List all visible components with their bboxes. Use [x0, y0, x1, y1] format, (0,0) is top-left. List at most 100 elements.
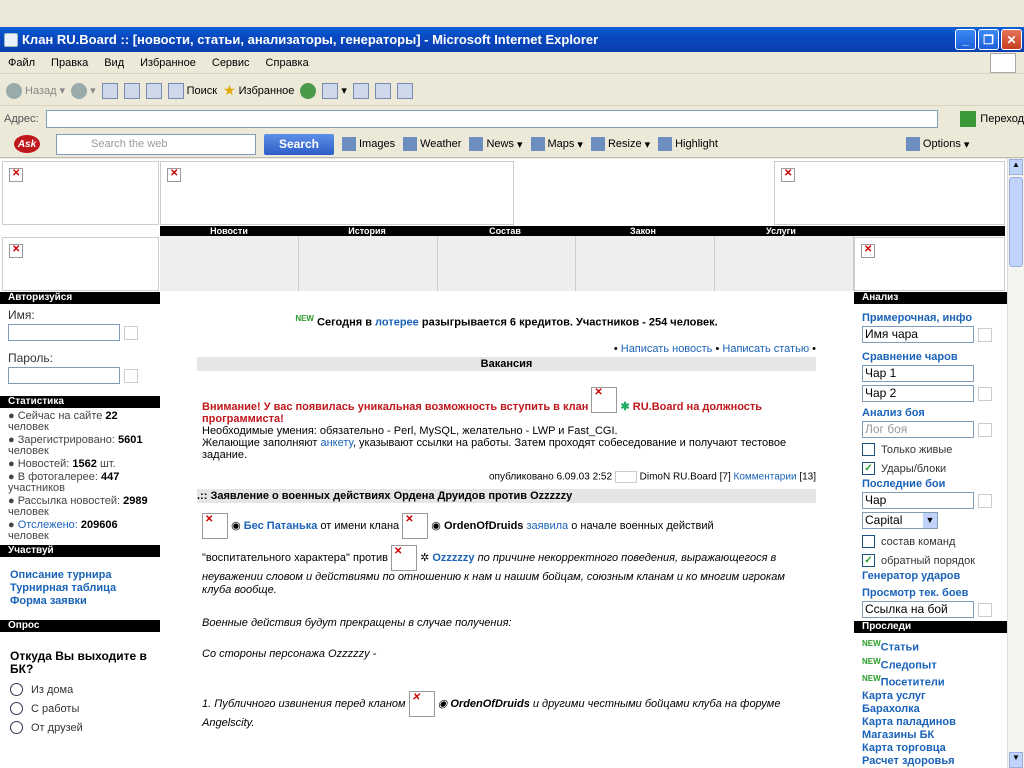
ozz-link[interactable]: Ozzzzzy — [432, 552, 474, 564]
flea-market-link[interactable]: Барахолка — [854, 703, 1007, 716]
hit-generator-link[interactable]: Генератор ударов — [854, 570, 1007, 583]
resize-button[interactable]: Resize ▾ — [590, 137, 650, 151]
edit-button[interactable] — [374, 82, 391, 99]
print-button[interactable] — [352, 82, 369, 99]
last-battles-submit[interactable] — [978, 493, 992, 508]
scroll-up-arrow[interactable]: ▲ — [1009, 159, 1023, 175]
highlight-button[interactable]: Highlight — [658, 137, 718, 151]
messenger-button[interactable] — [396, 82, 413, 99]
ask-search-input[interactable]: Search the web — [56, 133, 256, 155]
menu-help[interactable]: Справка — [258, 57, 317, 69]
name-input[interactable] — [8, 324, 120, 341]
maps-button[interactable]: Maps ▾ — [530, 137, 583, 151]
minimize-button[interactable]: _ — [955, 29, 976, 50]
articles-link[interactable]: NEWСтатьи — [854, 637, 1007, 655]
poll-option-work[interactable]: С работы — [0, 699, 160, 718]
application-form-link[interactable]: Форма заявки — [0, 595, 160, 608]
write-news-link[interactable]: Написать новость — [621, 343, 713, 355]
menu-view[interactable]: Вид — [96, 57, 132, 69]
stat-photos: ● В фотогалерее: 447 участников — [8, 471, 120, 494]
battle-link-submit[interactable] — [978, 602, 992, 617]
battle-log-submit[interactable] — [978, 422, 992, 437]
maximize-button[interactable]: ❐ — [978, 29, 999, 50]
battle-log-input[interactable]: Лог боя — [862, 421, 974, 438]
team-comp-checkbox[interactable]: состав команд — [854, 534, 1007, 549]
char-input[interactable]: Чар — [862, 492, 974, 509]
nav-services[interactable]: Услуги — [712, 226, 850, 236]
address-input[interactable] — [45, 110, 939, 128]
compare-chars-link[interactable]: Сравнение чаров — [854, 351, 1007, 364]
home-button[interactable] — [145, 82, 162, 99]
forward-button[interactable]: ▾ — [71, 82, 96, 99]
menu-file[interactable]: Файл — [0, 57, 43, 69]
nav-news[interactable]: Новости — [160, 226, 298, 236]
refresh-button[interactable] — [123, 82, 140, 99]
ask-logo[interactable]: Ask — [14, 135, 40, 153]
reverse-order-checkbox[interactable]: ✓ обратный порядок — [854, 553, 1007, 568]
password-submit[interactable] — [124, 368, 138, 383]
battle-analysis-link[interactable]: Анализ боя — [854, 407, 1007, 420]
search-button[interactable]: Поиск — [167, 82, 217, 99]
war-header: .:: Заявление о военных действиях Ордена… — [197, 489, 816, 504]
news-icon — [469, 137, 484, 151]
history-button[interactable] — [300, 82, 317, 99]
char-name-input[interactable]: Имя чара — [862, 326, 974, 343]
view-battles-link[interactable]: Просмотр тек. боев — [854, 587, 1007, 600]
comments-link[interactable]: Комментарии — [734, 471, 797, 482]
options-button[interactable]: Options ▾ — [905, 137, 969, 151]
gear-icon — [905, 137, 920, 151]
nav-members[interactable]: Состав — [436, 226, 574, 236]
tracker-link[interactable]: NEWСледопыт — [854, 655, 1007, 673]
nav-law[interactable]: Закон — [574, 226, 712, 236]
declared-link[interactable]: заявила — [526, 520, 568, 532]
health-calc-link[interactable]: Расчет здоровья — [854, 755, 1007, 768]
lottery-link[interactable]: лотерее — [375, 317, 419, 329]
weather-button[interactable]: Weather — [403, 137, 461, 151]
close-button[interactable]: ✕ — [1001, 29, 1022, 50]
ask-search-button[interactable]: Search — [264, 133, 334, 155]
mail-button[interactable]: ▾ — [322, 82, 347, 99]
city-select[interactable]: Capital ▼ — [862, 512, 938, 529]
menu-tools[interactable]: Сервис — [204, 57, 258, 69]
scroll-thumb[interactable] — [1009, 177, 1023, 267]
news-button[interactable]: News ▾ — [469, 137, 523, 151]
services-map-link[interactable]: Карта услуг — [854, 690, 1007, 703]
images-button[interactable]: Images — [342, 137, 395, 151]
vertical-scrollbar[interactable]: ▲ ▼ — [1007, 159, 1024, 768]
highlight-icon — [658, 137, 673, 151]
ie-icon — [4, 32, 18, 47]
stop-button[interactable] — [101, 82, 118, 99]
password-input[interactable] — [8, 367, 120, 384]
nav-history[interactable]: История — [298, 226, 436, 236]
poll-option-friends[interactable]: От друзей — [0, 718, 160, 737]
tournament-description-link[interactable]: Описание турнира — [0, 569, 160, 582]
menu-edit[interactable]: Правка — [43, 57, 96, 69]
only-alive-checkbox[interactable]: Только живые — [854, 442, 1007, 457]
char1-input[interactable]: Чар 1 — [862, 365, 974, 382]
go-arrow-icon[interactable] — [960, 111, 977, 127]
battle-link-input[interactable]: Ссылка на бой — [862, 601, 974, 618]
name-submit[interactable] — [124, 325, 138, 340]
menu-favorites[interactable]: Избранное — [132, 57, 204, 69]
favorites-button[interactable]: ★ Избранное — [223, 82, 294, 99]
char2-input[interactable]: Чар 2 — [862, 385, 974, 402]
paladins-map-link[interactable]: Карта паладинов — [854, 716, 1007, 729]
tournament-table-link[interactable]: Турнирная таблица — [0, 582, 160, 595]
compare-submit[interactable] — [978, 386, 992, 401]
questionnaire-link[interactable]: анкету — [320, 437, 352, 449]
char-name-submit[interactable] — [978, 327, 992, 342]
title-bar: Клан RU.Board :: [новости, статьи, анали… — [0, 27, 1024, 52]
visitors-link[interactable]: NEWПосетители — [854, 672, 1007, 690]
bes-link[interactable]: Бес Патанька — [244, 520, 318, 532]
poll-option-home[interactable]: Из дома — [0, 680, 160, 699]
go-button[interactable]: Переход — [980, 113, 1024, 125]
write-article-link[interactable]: Написать статью — [722, 343, 809, 355]
clan-icon: ✱ — [620, 400, 630, 413]
trader-map-link[interactable]: Карта торговца — [854, 742, 1007, 755]
scroll-down-arrow[interactable]: ▼ — [1009, 752, 1023, 768]
bk-shops-link[interactable]: Магазины БК — [854, 729, 1007, 742]
last-battles-link[interactable]: Последние бои — [854, 478, 1007, 491]
fitting-room-link[interactable]: Примерочная, инфо — [854, 312, 1007, 325]
hits-blocks-checkbox[interactable]: ✓ Удары/блоки — [854, 461, 1007, 476]
back-button[interactable]: Назад ▾ — [6, 82, 65, 99]
